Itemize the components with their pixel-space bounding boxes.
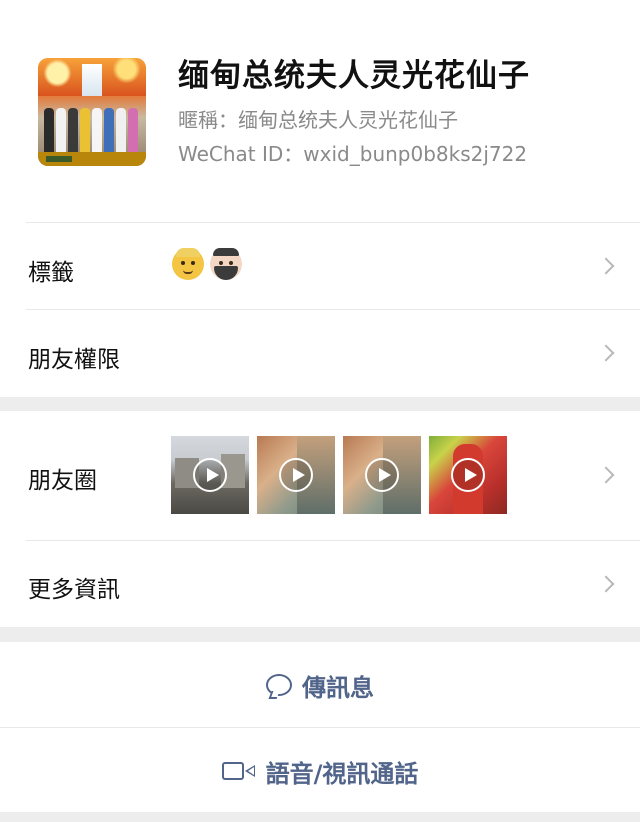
video-camera-icon — [221, 761, 256, 781]
chevron-right-icon — [597, 575, 615, 593]
permissions-row[interactable]: 朋友權限 — [0, 310, 640, 396]
profile-wechat-id: WeChat ID：wxid_bunp0b8ks2j722 — [178, 142, 528, 166]
more-info-label: 更多資訊 — [28, 577, 120, 603]
profile-nickname: 暱稱：缅甸总统夫人灵光花仙子 — [178, 108, 458, 132]
play-icon — [365, 458, 399, 492]
moment-thumb-person-2[interactable] — [343, 436, 421, 514]
play-icon — [279, 458, 313, 492]
chat-bubble-icon — [266, 674, 292, 696]
play-icon — [193, 458, 227, 492]
chevron-right-icon — [597, 257, 615, 275]
chevron-right-icon — [597, 344, 615, 362]
voice-video-call-label: 語音/視訊通話 — [265, 759, 419, 788]
profile-header: 缅甸总统夫人灵光花仙子 暱稱：缅甸总统夫人灵光花仙子 WeChat ID：wxi… — [0, 0, 640, 222]
moments-label: 朋友圈 — [28, 468, 97, 494]
avatar[interactable] — [38, 58, 146, 166]
tags-label: 標籤 — [28, 260, 74, 286]
profile-name: 缅甸总统夫人灵光花仙子 — [178, 58, 530, 94]
voice-video-call-button[interactable]: 語音/視訊通話 — [0, 728, 640, 812]
tags-row[interactable]: 標籤 — [0, 223, 640, 309]
chevron-right-icon — [597, 466, 615, 484]
moment-thumb-person-1[interactable] — [257, 436, 335, 514]
permissions-label: 朋友權限 — [28, 347, 120, 373]
send-message-label: 傳訊息 — [302, 673, 374, 702]
more-info-row[interactable]: 更多資訊 — [0, 541, 640, 627]
moment-thumb-person-red[interactable] — [429, 436, 507, 514]
man-blond-emoji — [172, 248, 204, 280]
man-beard-emoji — [210, 248, 242, 280]
send-message-button[interactable]: 傳訊息 — [0, 642, 640, 727]
moment-thumb-building[interactable] — [171, 436, 249, 514]
play-icon — [451, 458, 485, 492]
